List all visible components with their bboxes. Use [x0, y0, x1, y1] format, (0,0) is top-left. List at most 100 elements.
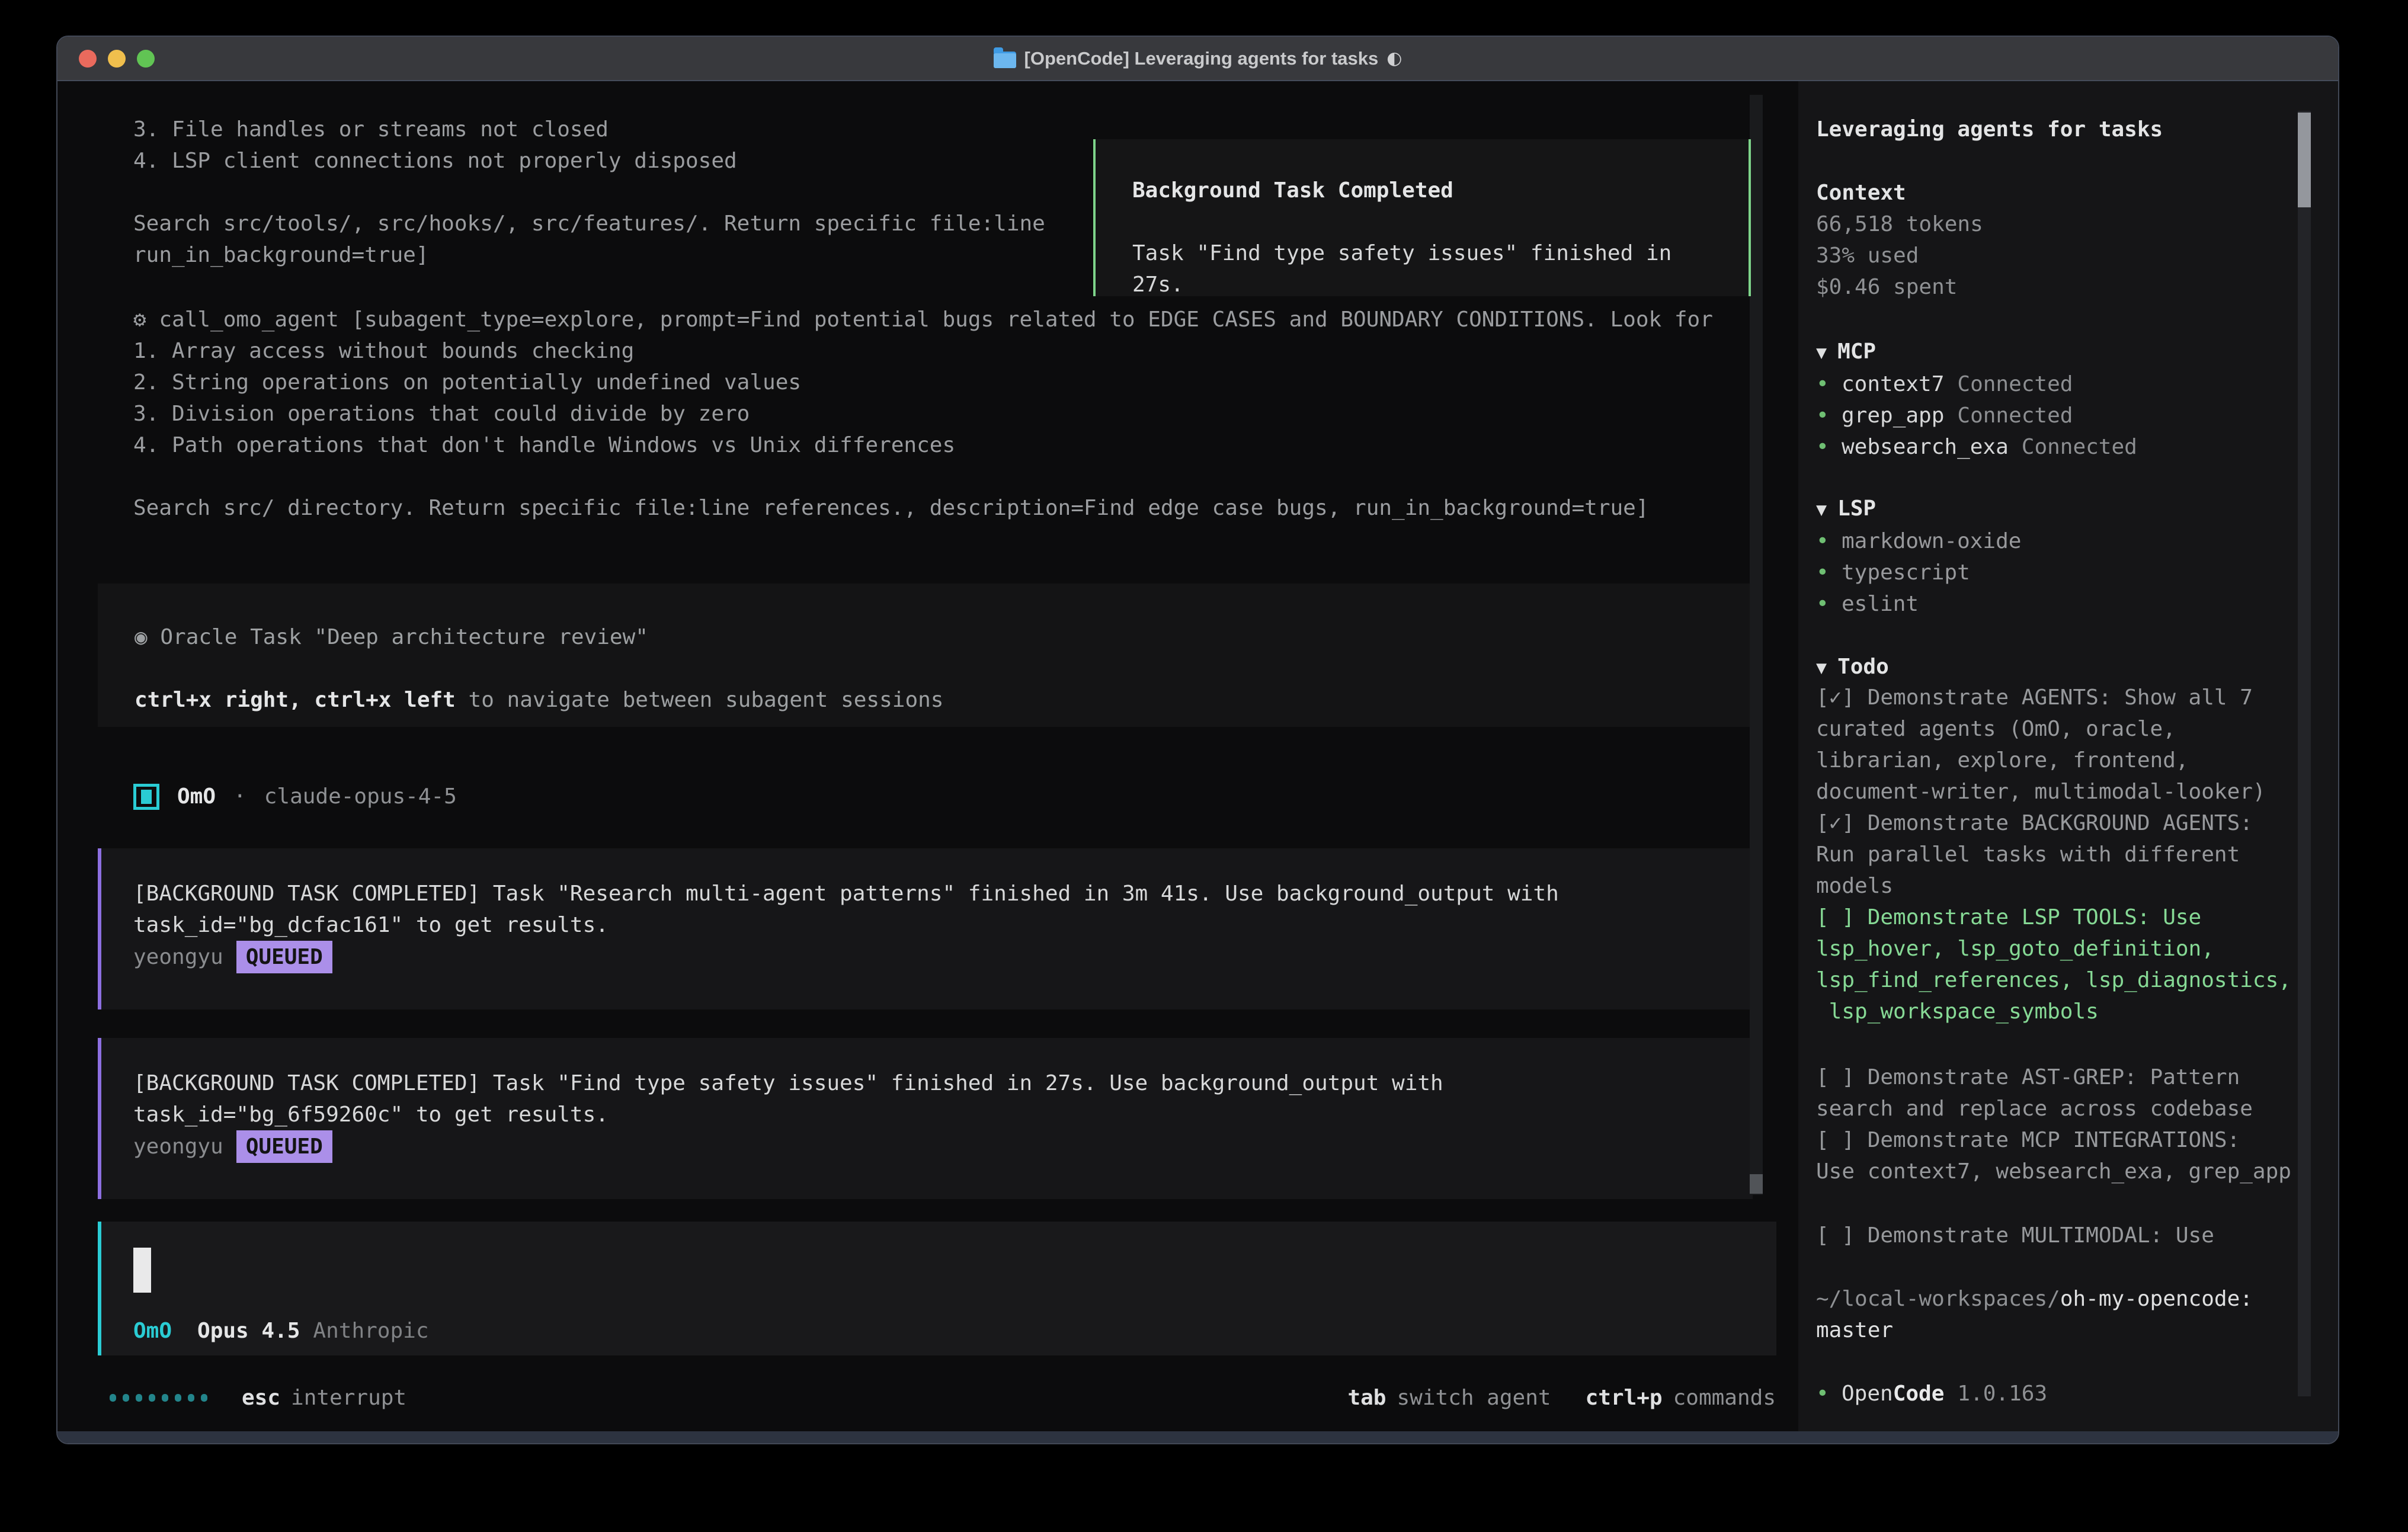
task-meta: yeongyu QUEUED — [133, 1130, 1721, 1163]
lsp-header[interactable]: ▼ LSP — [1816, 493, 2285, 525]
mcp-section: ▼ MCP •context7 Connected •grep_app Connect… — [1816, 336, 2285, 463]
separator-dot: · — [233, 781, 246, 812]
session-title: Leveraging agents for tasks — [1816, 114, 2285, 145]
status-dot-icon: • — [1816, 368, 1842, 400]
task-user: yeongyu — [133, 941, 223, 973]
todo-done-items: [✓] Demonstrate AGENTS: Show all 7 curat… — [1816, 682, 2285, 902]
mcp-item: •websearch_exa Connected — [1816, 431, 2285, 463]
input-meta: OmO Opus 4.5 Anthropic — [133, 1315, 429, 1347]
task-message-text: [BACKGROUND TASK COMPLETED] Task "Find t… — [133, 1068, 1721, 1130]
sidebar-scrollbar[interactable] — [2298, 111, 2311, 1396]
mcp-name: grep_app — [1842, 400, 1944, 431]
mcp-status: Connected — [2022, 431, 2137, 463]
oracle-task-panel: ◉ Oracle Task "Deep architecture review"… — [98, 584, 1763, 727]
window-bottom-edge — [57, 1431, 2338, 1443]
agent-model: claude-opus-4-5 — [264, 781, 457, 812]
ctrlp-key-label: commands — [1673, 1382, 1776, 1414]
app-name-code: Code — [1893, 1378, 1945, 1409]
app-version: 1.0.163 — [1957, 1378, 2047, 1409]
task-message-text: [BACKGROUND TASK COMPLETED] Task "Resear… — [133, 878, 1721, 941]
status-dot-icon: • — [1816, 1378, 1842, 1409]
context-stats: 66,518 tokens 33% used $0.46 spent — [1816, 209, 2285, 303]
mcp-name: websearch_exa — [1842, 431, 2009, 463]
collapse-triangle-icon: ▼ — [1816, 499, 1827, 520]
main-scrollbar[interactable] — [1750, 95, 1763, 1195]
status-dot-icon: • — [1816, 431, 1842, 463]
mcp-status: Connected — [1957, 400, 2073, 431]
sidebar: Leveraging agents for tasks Context 66,5… — [1798, 81, 2338, 1431]
app-window: [OpenCode] Leveraging agents for tasks ◐… — [56, 36, 2339, 1444]
status-left: esc interrupt — [110, 1382, 406, 1414]
agent-name: OmO — [177, 781, 216, 812]
workspace-repo: oh-my-opencode: — [2060, 1287, 2253, 1311]
window-title: [OpenCode] Leveraging agents for tasks ◐ — [994, 43, 1402, 74]
zoom-button[interactable] — [137, 50, 155, 68]
input-provider-name: Anthropic — [313, 1315, 428, 1347]
todo-header[interactable]: ▼ Todo — [1816, 651, 2285, 684]
oracle-task-hint: ctrl+x right, ctrl+x left to navigate be… — [135, 684, 1726, 716]
workspace-prefix: ~/local-workspaces/ — [1816, 1287, 2060, 1311]
lsp-name: markdown-oxide — [1842, 525, 2021, 557]
context-section: Context 66,518 tokens 33% used $0.46 spe… — [1816, 177, 2285, 303]
lsp-item: •typescript — [1816, 557, 2285, 588]
title-bar: [OpenCode] Leveraging agents for tasks ◐ — [57, 37, 2338, 81]
toast-body: Task "Find type safety issues" finished … — [1132, 238, 1712, 300]
window-title-text: [OpenCode] Leveraging agents for tasks — [1024, 43, 1379, 74]
background-task-toast: Background Task Completed Task "Find typ… — [1093, 139, 1751, 296]
main-scrollbar-thumb[interactable] — [1750, 1174, 1763, 1194]
tab-key-label: switch agent — [1397, 1382, 1551, 1414]
context-heading: Context — [1816, 177, 2285, 209]
omo-agent-icon — [133, 784, 159, 810]
mcp-item: •context7 Connected — [1816, 368, 2285, 400]
oracle-task-title: ◉ Oracle Task "Deep architecture review" — [135, 621, 1726, 653]
close-button[interactable] — [79, 50, 97, 68]
queued-badge: QUEUED — [236, 1130, 332, 1163]
lsp-name: typescript — [1842, 557, 1970, 588]
collapse-triangle-icon: ▼ — [1816, 658, 1827, 678]
status-dot-icon: • — [1816, 400, 1842, 431]
terminal-content: 3. File handles or streams not closed 4.… — [57, 81, 2338, 1431]
input-agent-name: OmO — [133, 1315, 172, 1347]
status-dot-icon: • — [1816, 557, 1842, 588]
traffic-lights — [79, 37, 155, 80]
sidebar-scrollbar-thumb[interactable] — [2298, 113, 2311, 207]
tool-call-text: ⚙ call_omo_agent [subagent_type=explore,… — [133, 304, 1713, 524]
toast-title: Background Task Completed — [1132, 175, 1712, 206]
chat-history-text: 3. File handles or streams not closed 4.… — [133, 114, 1045, 271]
todo-pending-item: [ ] Demonstrate MULTIMODAL: Use — [1816, 1220, 2285, 1251]
esc-key-hint: esc — [242, 1382, 280, 1414]
todo-active-item: [ ] Demonstrate LSP TOOLS: Use lsp_hover… — [1816, 902, 2285, 1027]
mcp-status: Connected — [1957, 368, 2073, 400]
lsp-item: •eslint — [1816, 588, 2285, 620]
workspace-branch: master — [1816, 1315, 2285, 1346]
status-bar: esc interrupt tab switch agent ctrl+p co… — [110, 1382, 1776, 1414]
half-circle-icon: ◐ — [1386, 43, 1402, 74]
status-right: tab switch agent ctrl+p commands — [1347, 1382, 1776, 1414]
status-dot-icon: • — [1816, 525, 1842, 557]
oracle-hint-keys: ctrl+x right, ctrl+x left — [135, 688, 456, 712]
ctrlp-key-hint: ctrl+p — [1586, 1382, 1663, 1414]
minimize-button[interactable] — [108, 50, 126, 68]
todo-pending-items: [ ] Demonstrate AST-GREP: Pattern search… — [1816, 1062, 2285, 1187]
mcp-header[interactable]: ▼ MCP — [1816, 336, 2285, 368]
mcp-heading: MCP — [1837, 339, 1876, 364]
prompt-input[interactable]: OmO Opus 4.5 Anthropic — [98, 1222, 1776, 1355]
todo-heading: Todo — [1837, 655, 1889, 679]
status-dot-icon: • — [1816, 588, 1842, 620]
mcp-item: •grep_app Connected — [1816, 400, 2285, 431]
oracle-hint-rest: to navigate between subagent sessions — [456, 688, 944, 712]
mcp-name: context7 — [1842, 368, 1944, 400]
lsp-item: •markdown-oxide — [1816, 525, 2285, 557]
collapse-triangle-icon: ▼ — [1816, 342, 1827, 363]
task-user: yeongyu — [133, 1131, 223, 1162]
background-task-message: [BACKGROUND TASK COMPLETED] Task "Find t… — [98, 1038, 1753, 1199]
agent-session-line[interactable]: OmO · claude-opus-4-5 — [133, 781, 457, 812]
background-task-message: [BACKGROUND TASK COMPLETED] Task "Resear… — [98, 848, 1753, 1009]
version-line: • Open Code 1.0.163 — [1816, 1378, 2285, 1409]
lsp-heading: LSP — [1837, 496, 1876, 521]
input-model-name: Opus 4.5 — [197, 1315, 300, 1347]
tab-key-hint: tab — [1347, 1382, 1386, 1414]
folder-icon — [994, 52, 1016, 68]
lsp-section: ▼ LSP •markdown-oxide •typescript •eslint — [1816, 493, 2285, 620]
spinner-dots — [110, 1394, 207, 1402]
